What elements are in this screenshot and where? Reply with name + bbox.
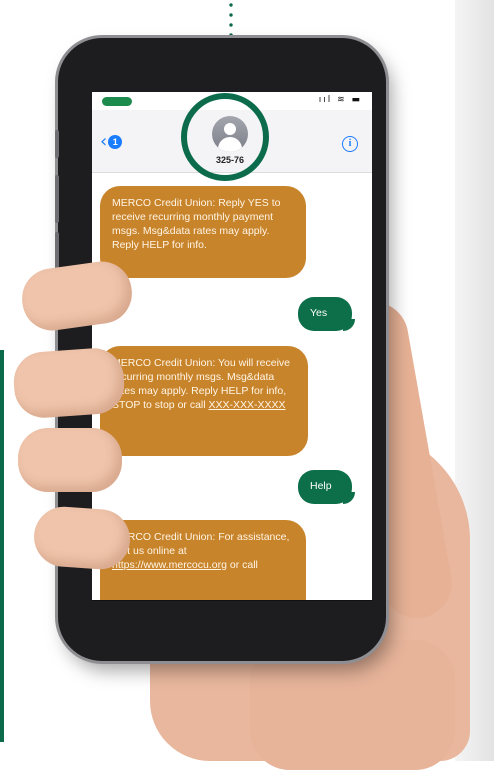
message-incoming: MERCO Credit Union: Reply YES to receive… bbox=[97, 186, 306, 278]
back-button[interactable]: ‹ 1 bbox=[100, 131, 123, 152]
message-outgoing: Help bbox=[298, 470, 355, 504]
hand-finger bbox=[32, 504, 132, 572]
screen-edge bbox=[92, 600, 372, 601]
message-text-after: or call bbox=[226, 559, 258, 571]
status-icons: ııl ≋ ▬ bbox=[318, 95, 362, 105]
message-text: MERCO Credit Union: Reply YES to receive… bbox=[112, 197, 281, 251]
hand-finger bbox=[18, 428, 122, 492]
message-outgoing: Yes bbox=[298, 297, 355, 331]
phone-mute-switch bbox=[55, 130, 59, 158]
message-text: MERCO Credit Union: For assistance, visi… bbox=[112, 531, 290, 557]
green-vertical-rule bbox=[0, 350, 4, 742]
status-time-pill bbox=[102, 97, 132, 106]
phone-link[interactable]: XXX-XXX-XXXX bbox=[209, 399, 286, 411]
unread-count-badge: 1 bbox=[108, 135, 123, 149]
info-icon[interactable]: i bbox=[342, 136, 358, 152]
message-text: Yes bbox=[310, 307, 328, 319]
chevron-left-icon: ‹ bbox=[100, 131, 108, 152]
website-link[interactable]: https://www.mercocu.org bbox=[112, 559, 227, 571]
avatar-highlight-ring bbox=[181, 93, 269, 181]
phone-volume-up bbox=[55, 175, 59, 223]
hand-finger bbox=[11, 346, 127, 420]
message-text: Help bbox=[310, 480, 332, 492]
message-incoming: MERCO Credit Union: You will receive rec… bbox=[97, 346, 308, 456]
message-incoming: MERCO Credit Union: For assistance, visi… bbox=[100, 520, 306, 600]
